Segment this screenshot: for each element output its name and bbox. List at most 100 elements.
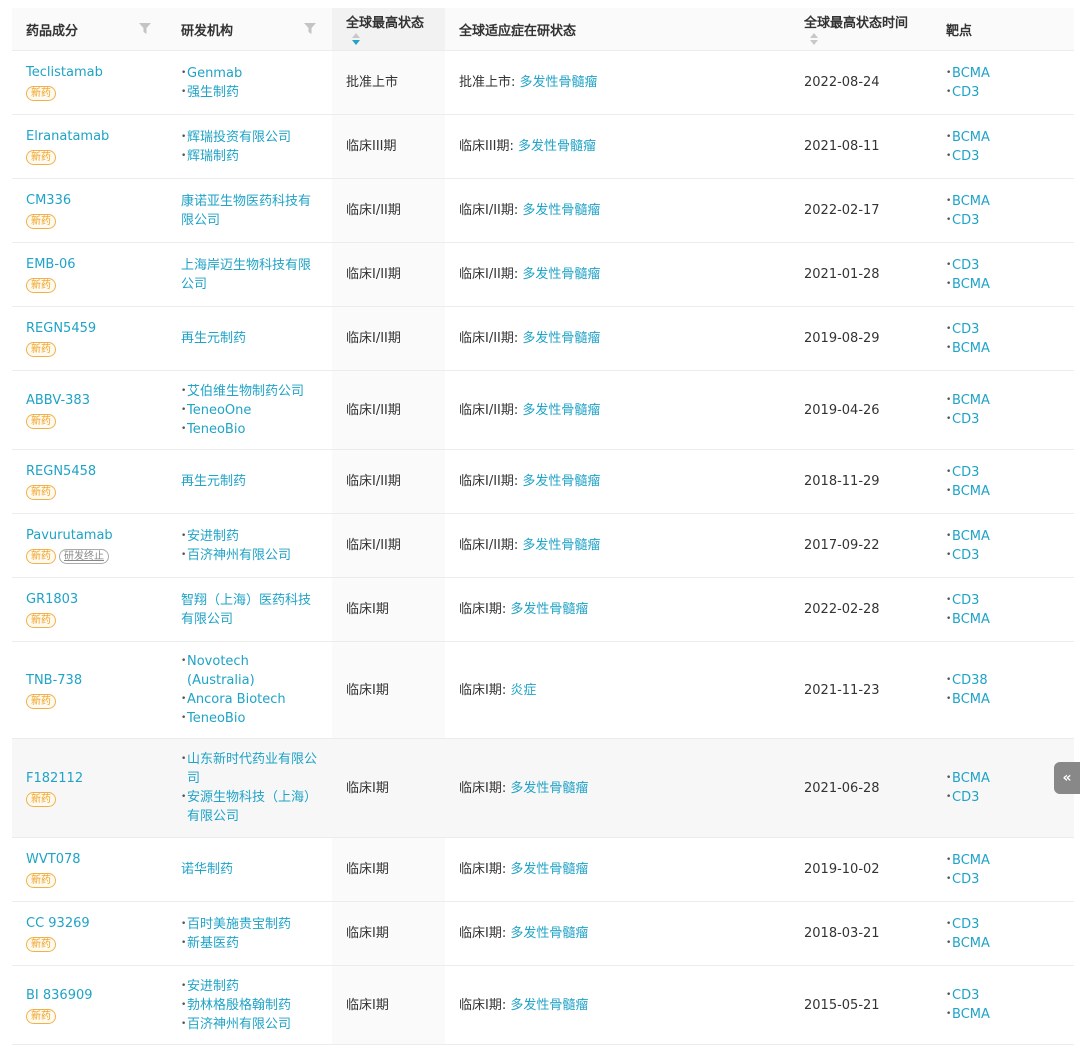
drug-name-link[interactable]: REGN5458 [26, 463, 153, 481]
org-link[interactable]: Ancora Biotech [181, 690, 318, 709]
target-link[interactable]: BCMA [946, 339, 1060, 358]
target-link[interactable]: CD3 [946, 546, 1060, 565]
indication-link[interactable]: 多发性骨髓瘤 [520, 75, 598, 90]
drug-name-link[interactable]: Elranatamab [26, 128, 153, 146]
org-link[interactable]: 再生元制药 [181, 474, 246, 489]
org-link[interactable]: 辉瑞投资有限公司 [181, 128, 318, 147]
filter-icon[interactable] [139, 23, 151, 34]
target-link[interactable]: BCMA [946, 934, 1060, 953]
target-link[interactable]: BCMA [946, 690, 1060, 709]
target-link[interactable]: CD3 [946, 915, 1060, 934]
target-link[interactable]: BCMA [946, 275, 1060, 294]
drug-name-link[interactable]: WVT078 [26, 851, 153, 869]
table-row[interactable]: Pavurutamab 新药研发终止 安进制药百济神州有限公司临床I/II期临床I/… [12, 513, 1074, 578]
drug-name-link[interactable]: EMB-06 [26, 256, 153, 274]
table-row[interactable]: REGN5459 新药 再生元制药 临床I/II期 临床I/II期: 多发性骨髓瘤 201… [12, 306, 1074, 371]
discontinued-badge[interactable]: 研发终止 [59, 549, 109, 564]
table-row[interactable]: CM336 新药 康诺亚生物医药科技有限公司 临床I/II期 临床I/II期: 多发性骨… [12, 178, 1074, 243]
drug-name-link[interactable]: CC 93269 [26, 915, 153, 933]
column-header-date[interactable]: 全球最高状态时间 [790, 8, 932, 51]
target-link[interactable]: BCMA [946, 851, 1060, 870]
indication-link[interactable]: 多发性骨髓瘤 [522, 474, 600, 489]
target-link[interactable]: CD3 [946, 147, 1060, 166]
table-row[interactable]: REGN5458 新药 再生元制药 临床I/II期 临床I/II期: 多发性骨髓瘤 201… [12, 449, 1074, 514]
indication-link[interactable]: 多发性骨髓瘤 [510, 781, 588, 796]
target-link[interactable]: CD3 [946, 211, 1060, 230]
table-row[interactable]: GR1803 新药 智翔（上海）医药科技有限公司 临床I期 临床I期: 多发性骨髓瘤 20… [12, 577, 1074, 642]
indication-link[interactable]: 多发性骨髓瘤 [510, 926, 588, 941]
indication-link[interactable]: 炎症 [510, 683, 536, 698]
org-link[interactable]: 康诺亚生物医药科技有限公司 [181, 194, 311, 228]
column-header-drug[interactable]: 药品成分 [12, 8, 167, 51]
indication-link[interactable]: 多发性骨髓瘤 [510, 862, 588, 877]
indication-link[interactable]: 多发性骨髓瘤 [522, 538, 600, 553]
org-link[interactable]: 艾伯维生物制药公司 [181, 382, 318, 401]
target-link[interactable]: CD3 [946, 986, 1060, 1005]
org-link[interactable]: 强生制药 [181, 83, 318, 102]
target-link[interactable]: BCMA [946, 64, 1060, 83]
org-link[interactable]: 山东新时代药业有限公司 [181, 750, 318, 788]
drug-name-link[interactable]: Pavurutamab [26, 527, 153, 545]
indication-link[interactable]: 多发性骨髓瘤 [522, 203, 600, 218]
table-row[interactable]: ABBV-383新药艾伯维生物制药公司TeneoOneTeneoBio临床I/I… [12, 370, 1074, 450]
filter-icon[interactable] [304, 23, 316, 34]
sort-icon[interactable] [352, 32, 360, 45]
sort-icon[interactable] [810, 32, 818, 45]
org-link[interactable]: Genmab [181, 64, 318, 83]
target-link[interactable]: BCMA [946, 527, 1060, 546]
org-link[interactable]: 新基医药 [181, 934, 318, 953]
org-link[interactable]: 上海岸迈生物科技有限公司 [181, 258, 311, 292]
indication-link[interactable]: 多发性骨髓瘤 [518, 139, 596, 154]
indication-link[interactable]: 多发性骨髓瘤 [522, 267, 600, 282]
target-link[interactable]: CD3 [946, 256, 1060, 275]
target-link[interactable]: CD3 [946, 410, 1060, 429]
column-header-org[interactable]: 研发机构 [167, 8, 332, 51]
org-link[interactable]: 百济神州有限公司 [181, 1015, 318, 1034]
table-row[interactable]: WVT078新药诺华制药临床I期临床I期: 多发性骨髓瘤2019-10-02BC… [12, 837, 1074, 902]
drug-name-link[interactable]: ABBV-383 [26, 392, 153, 410]
table-row[interactable]: TNB-738 新药 Novotech (Australia)Ancora Biot… [12, 641, 1074, 739]
org-link[interactable]: 安进制药 [181, 977, 318, 996]
org-link[interactable]: TeneoOne [181, 401, 318, 420]
org-link[interactable]: 智翔（上海）医药科技有限公司 [181, 593, 311, 627]
target-link[interactable]: BCMA [946, 482, 1060, 501]
target-link[interactable]: CD3 [946, 788, 1060, 807]
drug-name-link[interactable]: TNB-738 [26, 672, 153, 690]
target-link[interactable]: BCMA [946, 192, 1060, 211]
org-link[interactable]: 再生元制药 [181, 331, 246, 346]
target-link[interactable]: CD3 [946, 591, 1060, 610]
org-link[interactable]: 百济神州有限公司 [181, 546, 318, 565]
org-link[interactable]: TeneoBio [181, 709, 318, 728]
org-link[interactable]: TeneoBio [181, 420, 318, 439]
target-link[interactable]: BCMA [946, 1005, 1060, 1024]
indication-link[interactable]: 多发性骨髓瘤 [510, 602, 588, 617]
drug-name-link[interactable]: CM336 [26, 192, 153, 210]
org-link[interactable]: Novotech (Australia) [181, 652, 318, 690]
org-link[interactable]: 百时美施贵宝制药 [181, 915, 318, 934]
target-link[interactable]: BCMA [946, 128, 1060, 147]
collapse-panel-button[interactable]: « [1054, 762, 1080, 794]
org-link[interactable]: 安源生物科技（上海）有限公司 [181, 788, 318, 826]
org-link[interactable]: 辉瑞制药 [181, 147, 318, 166]
org-link[interactable]: 诺华制药 [181, 862, 233, 877]
target-link[interactable]: CD3 [946, 870, 1060, 889]
drug-name-link[interactable]: REGN5459 [26, 320, 153, 338]
table-row[interactable]: Elranatamab 新药 辉瑞投资有限公司辉瑞制药临床III期临床III期: 多… [12, 114, 1074, 179]
target-link[interactable]: CD3 [946, 320, 1060, 339]
table-row[interactable]: CC 93269新药百时美施贵宝制药新基医药临床I期临床I期: 多发性骨髓瘤20… [12, 901, 1074, 966]
drug-name-link[interactable]: Teclistamab [26, 64, 153, 82]
target-link[interactable]: CD38 [946, 671, 1060, 690]
table-row[interactable]: Teclistamab新药Genmab强生制药批准上市批准上市: 多发性骨髓瘤2… [12, 50, 1074, 115]
target-link[interactable]: CD3 [946, 463, 1060, 482]
indication-link[interactable]: 多发性骨髓瘤 [510, 998, 588, 1013]
target-link[interactable]: BCMA [946, 391, 1060, 410]
org-link[interactable]: 勃林格殷格翰制药 [181, 996, 318, 1015]
indication-link[interactable]: 多发性骨髓瘤 [522, 331, 600, 346]
table-row[interactable]: BI 836909 新药 安进制药勃林格殷格翰制药百济神州有限公司临床I期临床I期:… [12, 965, 1074, 1045]
table-row[interactable]: F182112 新药 山东新时代药业有限公司安源生物科技（上海）有限公司临床I期临床… [12, 738, 1074, 838]
org-link[interactable]: 安进制药 [181, 527, 318, 546]
target-link[interactable]: BCMA [946, 769, 1060, 788]
drug-name-link[interactable]: BI 836909 [26, 987, 153, 1005]
table-row[interactable]: EMB-06 新药 上海岸迈生物科技有限公司 临床I/II期 临床I/II期: 多发性骨… [12, 242, 1074, 307]
drug-name-link[interactable]: F182112 [26, 770, 153, 788]
